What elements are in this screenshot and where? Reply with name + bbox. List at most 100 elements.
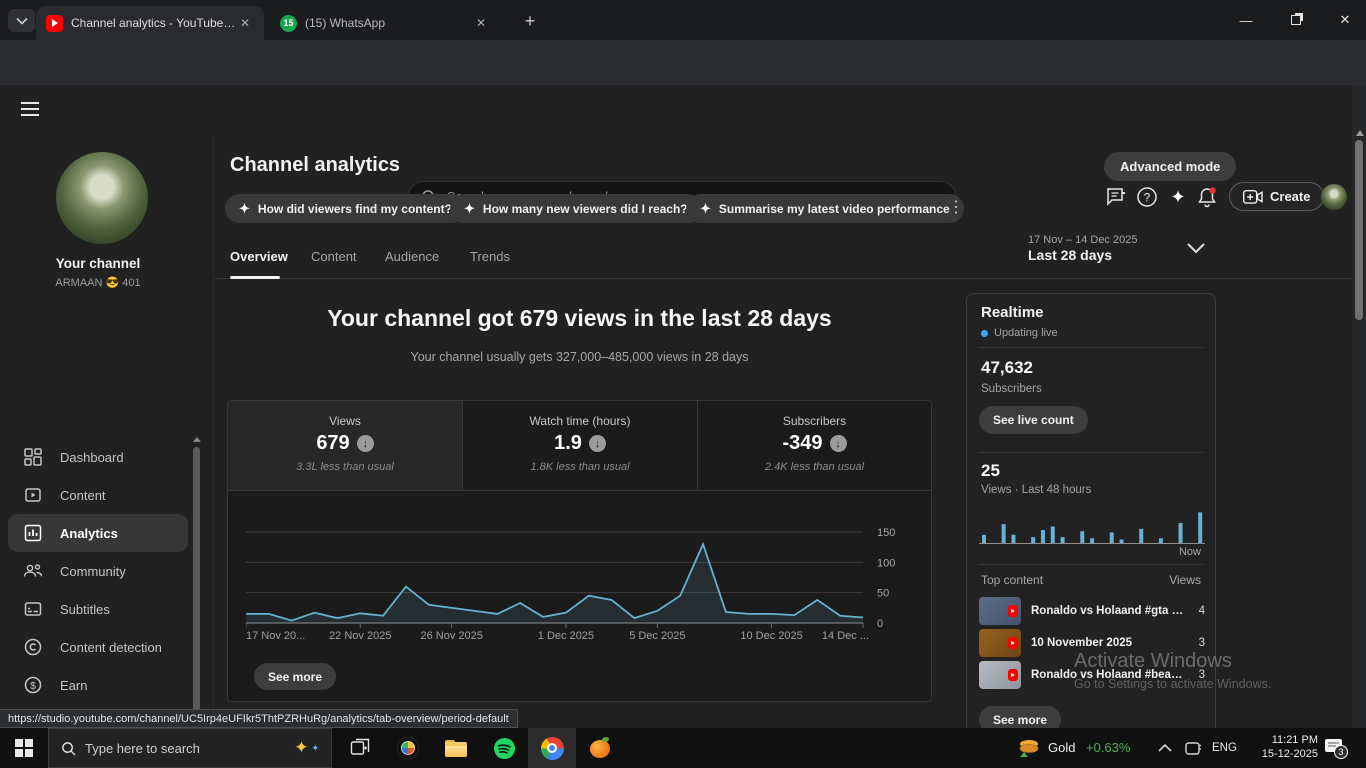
realtime-views-value: 25 (981, 461, 1000, 480)
window-close-button[interactable]: ✕ (1326, 4, 1364, 36)
channel-avatar[interactable] (56, 152, 148, 244)
updating-live: Updating live (981, 327, 1058, 339)
copilot-icon[interactable] (384, 728, 432, 768)
create-camera-icon (1243, 189, 1263, 204)
sidebar-item-analytics[interactable]: Analytics (8, 514, 188, 552)
tab-overview[interactable]: Overview (230, 249, 288, 264)
chip-summarise[interactable]: ✦ Summarise my latest video performance (686, 194, 964, 223)
sidebar-item-earn[interactable]: $ Earn (0, 666, 196, 704)
sidebar-item-content-detection[interactable]: Content detection (0, 628, 196, 666)
advanced-mode-button[interactable]: Advanced mode (1104, 152, 1237, 181)
start-button[interactable] (0, 728, 48, 768)
top-content-row[interactable]: Ronaldo vs Holaand #beamn... 3 (979, 661, 1205, 689)
active-tab-underline (230, 276, 280, 279)
chips-overflow-menu-icon[interactable]: ⋮ (948, 197, 964, 217)
sparkle-icon: ✦ (464, 200, 475, 216)
tabbar-divider (214, 278, 1352, 279)
tab-search-button[interactable] (8, 9, 35, 32)
sidebar-item-community[interactable]: Community (0, 552, 196, 590)
shorts-icon (1008, 669, 1018, 681)
top-content-row[interactable]: Ronaldo vs Holaand #gta #ga... 4 (979, 597, 1205, 625)
top-content-row[interactable]: 10 November 2025 3 (979, 629, 1205, 657)
studio-sidebar: Your channel ARMAAN 😎 401 Dashboard Cont… (0, 135, 214, 768)
language-indicator[interactable]: ENG (1212, 728, 1237, 768)
metric-views[interactable]: Views 679 ↓ 3.3L less than usual (228, 401, 462, 491)
dollar-icon: $ (22, 674, 44, 696)
svg-text:50: 50 (877, 588, 889, 600)
window-minimize-button[interactable]: — (1227, 4, 1265, 36)
notification-badge: 3 (1334, 745, 1348, 759)
browser-tab-active[interactable]: Channel analytics - YouTube St ✕ (36, 6, 264, 40)
svg-text:1 Dec 2025: 1 Dec 2025 (538, 630, 594, 642)
desktop: Channel analytics - YouTube St ✕ 15 (15)… (0, 0, 1366, 768)
svg-text:0: 0 (877, 618, 883, 630)
taskbar-search[interactable]: ✦ ✦ (48, 728, 332, 768)
taskbar: ✦ ✦ (0, 728, 1366, 768)
tab-trends[interactable]: Trends (470, 249, 510, 264)
views-headline: Your channel got 679 views in the last 2… (327, 305, 832, 331)
realtime-bar-chart[interactable] (979, 504, 1205, 546)
gold-widget-icon[interactable] (1016, 736, 1042, 760)
account-avatar[interactable] (1321, 184, 1347, 210)
gold-widget-label[interactable]: Gold (1048, 728, 1075, 768)
copyright-icon (22, 636, 44, 658)
realtime-card: Realtime Updating live 47,632 Subscriber… (966, 293, 1216, 740)
tab-title: Channel analytics - YouTube St (71, 16, 236, 30)
window-restore-button[interactable] (1277, 4, 1315, 36)
date-range-label[interactable]: Last 28 days (1028, 247, 1112, 263)
tab-close-icon[interactable]: ✕ (472, 14, 490, 32)
create-button[interactable]: Create (1229, 182, 1325, 211)
tab-title: (15) WhatsApp (305, 16, 386, 30)
file-explorer-icon[interactable] (432, 728, 480, 768)
sidebar-item-dashboard[interactable]: Dashboard (0, 438, 196, 476)
chrome-icon[interactable] (528, 728, 576, 768)
shorts-icon (1008, 637, 1018, 649)
gold-widget-change: +0.63% (1086, 740, 1131, 755)
watch-time-value: 1.9 (554, 432, 582, 454)
browser-tab-whatsapp[interactable]: 15 (15) WhatsApp ✕ (270, 6, 500, 40)
chevron-down-icon[interactable] (1186, 242, 1206, 254)
see-more-button[interactable]: See more (254, 663, 337, 690)
tray-device-icon[interactable] (1184, 741, 1202, 756)
fl-studio-icon[interactable] (576, 728, 624, 768)
sidebar-item-subtitles[interactable]: Subtitles (0, 590, 196, 628)
your-channel-label: Your channel (55, 256, 141, 271)
scroll-up-icon[interactable] (1356, 130, 1364, 136)
svg-text:22 Nov 2025: 22 Nov 2025 (329, 630, 391, 642)
help-icon[interactable]: ? (1134, 184, 1160, 210)
new-tab-button[interactable]: + (518, 9, 542, 33)
create-label: Create (1270, 189, 1311, 204)
youtube-favicon-icon (46, 14, 63, 32)
metric-subscribers[interactable]: Subscribers -349 ↓ 2.4K less than usual (697, 401, 931, 491)
windows-logo-icon (15, 739, 33, 757)
sidebar-scroll-up-icon[interactable] (193, 437, 201, 442)
views-line-chart[interactable]: 150 100 50 0 17 Nov 20... 22 Nov 2025 26 Nov 2… (246, 514, 907, 644)
taskbar-search-input[interactable] (85, 740, 286, 756)
down-arrow-icon: ↓ (588, 435, 606, 452)
sidebar-item-content[interactable]: Content (0, 476, 196, 514)
content-icon (22, 484, 44, 506)
analytics-icon (22, 522, 44, 544)
see-live-count-button[interactable]: See live count (979, 406, 1088, 434)
page-title: Channel analytics (230, 154, 401, 176)
page-scrollbar-thumb[interactable] (1355, 140, 1363, 320)
tray-chevron-up-icon[interactable] (1158, 743, 1172, 752)
chip-how-found[interactable]: ✦ How did viewers find my content? (225, 194, 466, 223)
feedback-icon[interactable] (1103, 184, 1129, 210)
live-dot-icon (981, 329, 988, 337)
metric-watch-time[interactable]: Watch time (hours) 1.9 ↓ 1.8K less than u… (462, 401, 697, 491)
sparkle-icon[interactable]: ✦ (1165, 184, 1191, 210)
search-highlights-sparkle-small-icon: ✦ (311, 742, 319, 753)
notification-center-icon[interactable]: 3 (1324, 738, 1350, 759)
date-range: 17 Nov – 14 Dec 2025 (1028, 234, 1138, 246)
spotify-icon[interactable] (480, 728, 528, 768)
tab-content[interactable]: Content (311, 249, 357, 264)
tab-close-icon[interactable]: ✕ (236, 14, 254, 32)
clock-date: 15-12-2025 (1261, 748, 1318, 760)
chip-new-viewers[interactable]: ✦ How many new viewers did I reach? (450, 194, 702, 223)
tab-audience[interactable]: Audience (385, 249, 439, 264)
clock[interactable]: 11:21 PM 15-12-2025 (1246, 733, 1318, 761)
task-view-button[interactable] (336, 728, 384, 768)
notifications-bell-icon[interactable] (1194, 184, 1220, 210)
menu-icon[interactable] (20, 101, 40, 117)
